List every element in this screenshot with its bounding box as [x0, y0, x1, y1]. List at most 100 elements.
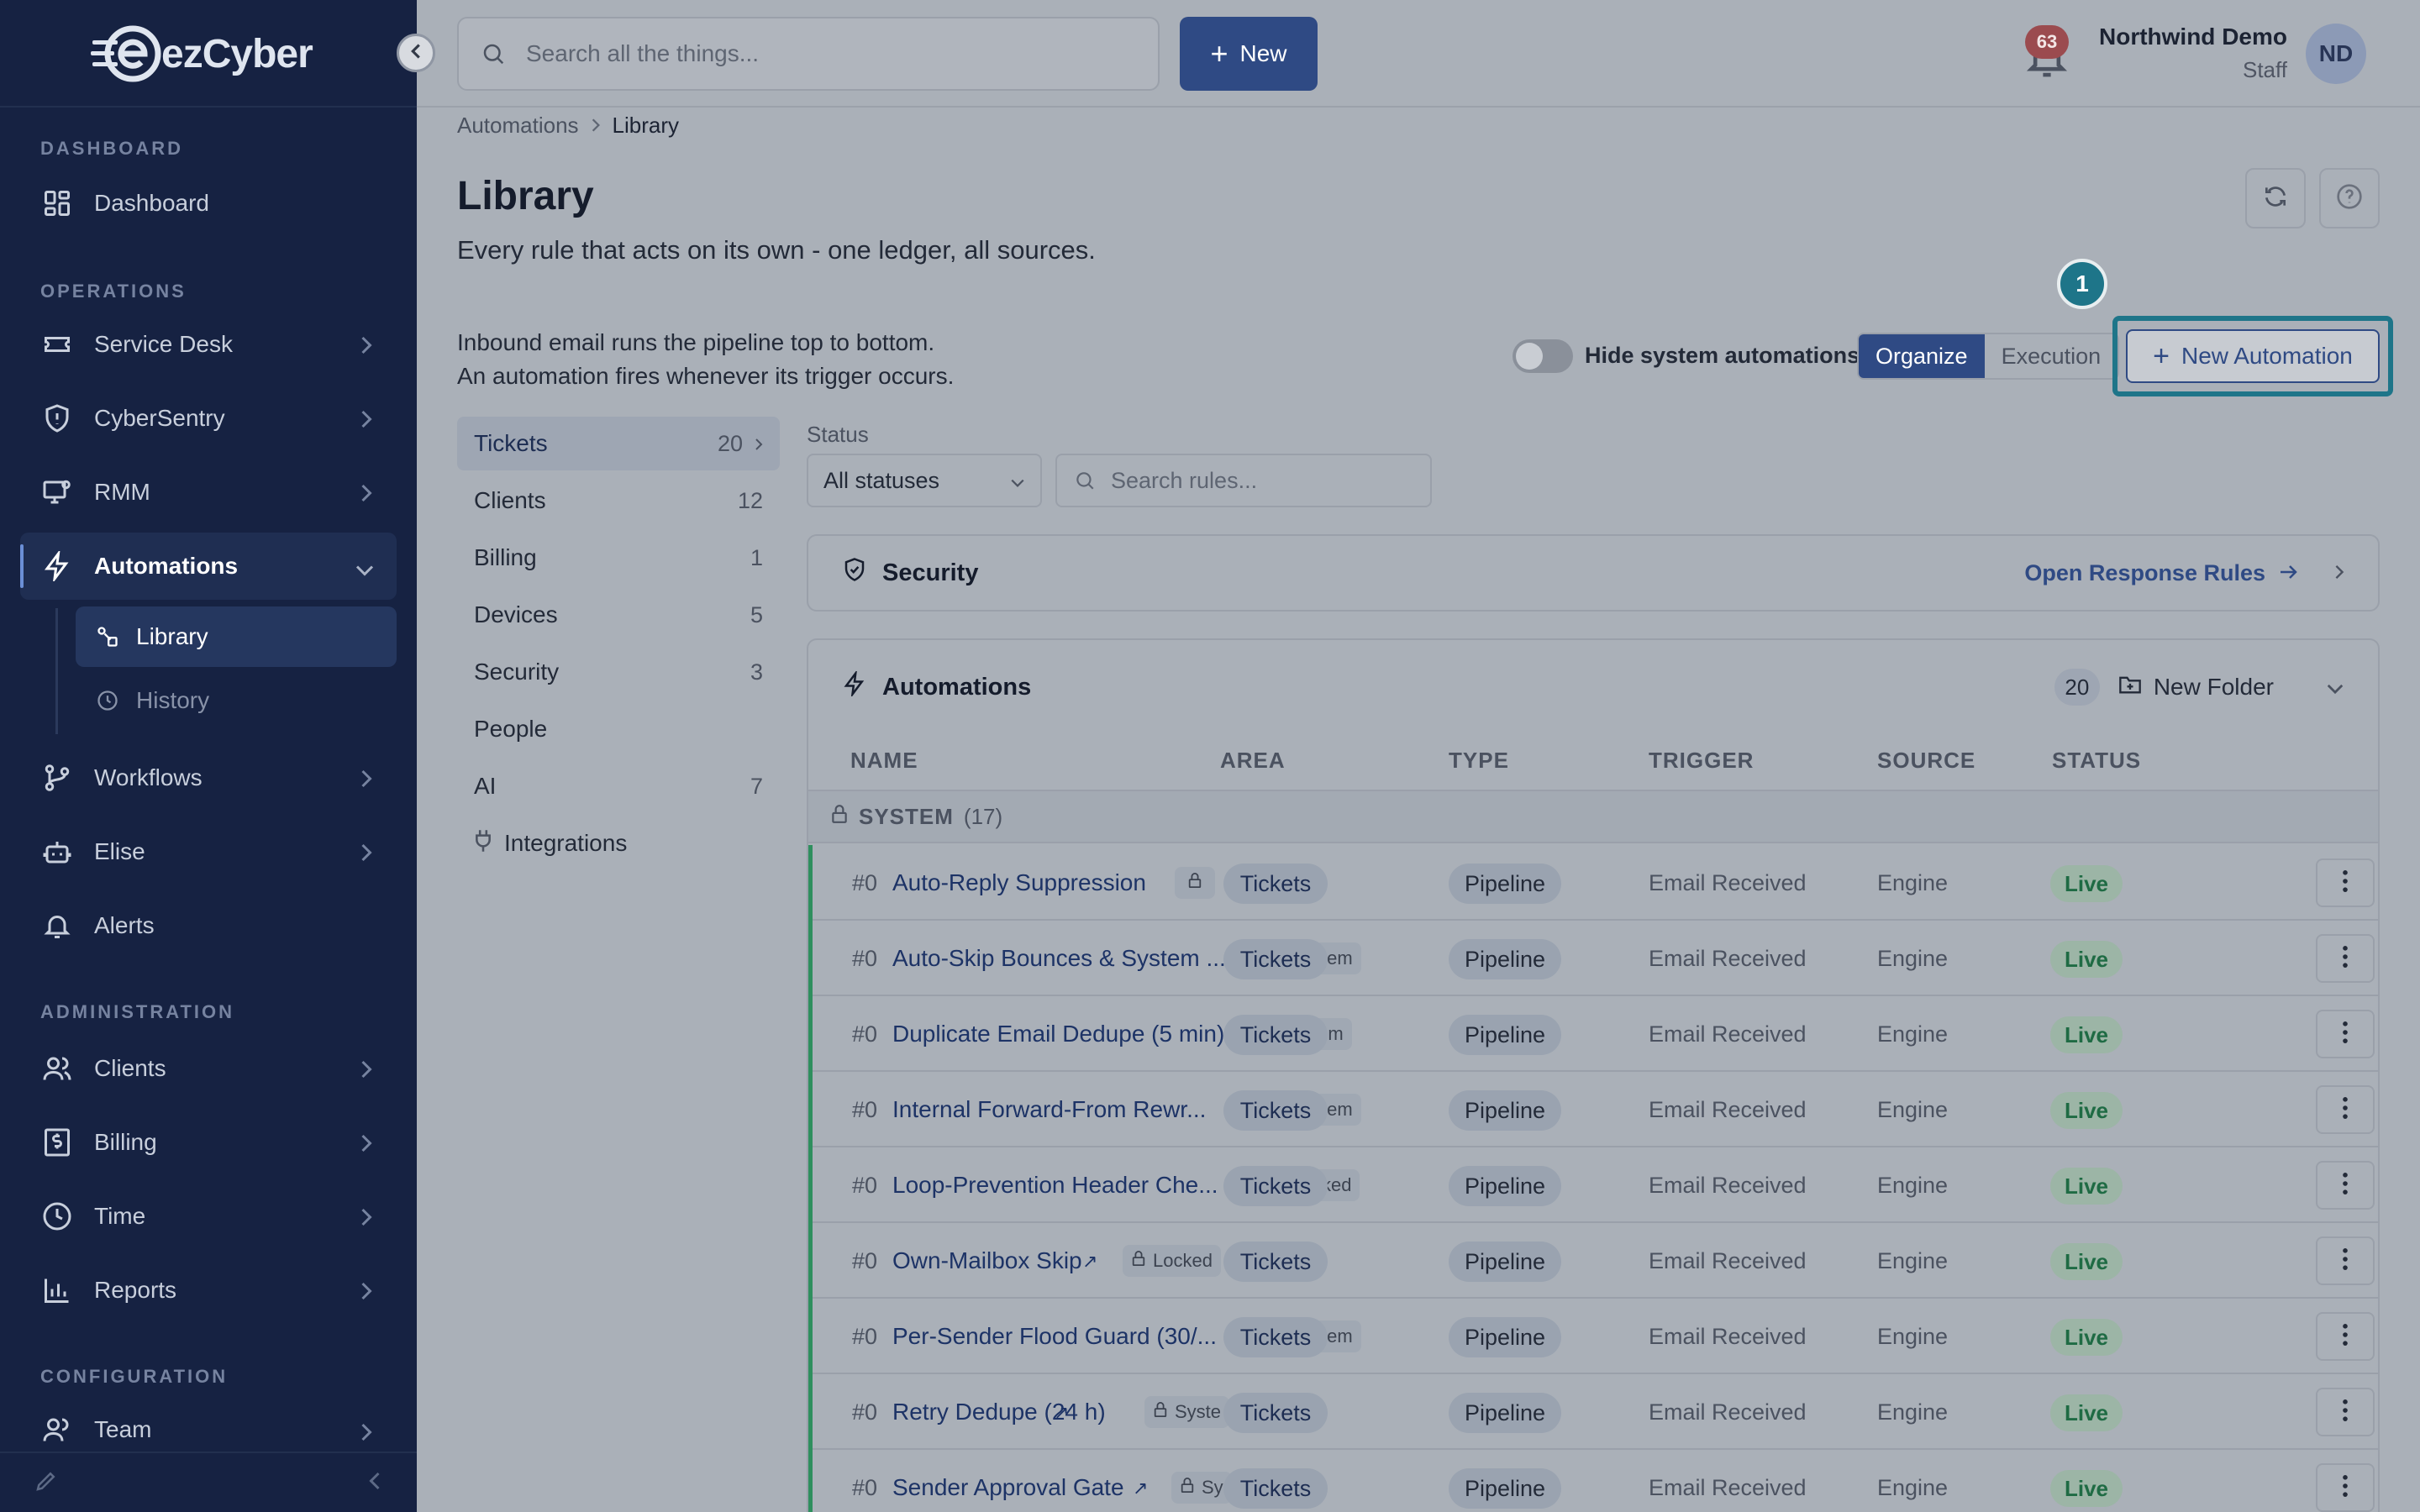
source-cell: Engine	[1877, 870, 1949, 895]
row-menu-button[interactable]	[2316, 858, 2375, 907]
rule-name-link[interactable]: Duplicate Email Dedupe (5 min)	[892, 1021, 1224, 1047]
seg-execution[interactable]: Execution	[1985, 334, 2118, 378]
area-pill: Tickets	[1223, 1393, 1328, 1433]
sidebar-toggle-button[interactable]	[397, 34, 435, 72]
category-clients[interactable]: Clients 12	[457, 474, 780, 528]
sidebar-item-service-desk[interactable]: Service Desk	[20, 311, 397, 378]
table-row[interactable]: #0 Duplicate Email Dedupe (5 min) tem Ticke…	[808, 996, 2378, 1072]
row-menu-button[interactable]	[2316, 1463, 2375, 1512]
new-folder-button[interactable]: New Folder	[2118, 674, 2274, 701]
category-tickets[interactable]: Tickets 20	[457, 417, 780, 470]
row-menu-button[interactable]	[2316, 1085, 2375, 1134]
sidebar-item-cybersentry[interactable]: CyberSentry	[20, 385, 397, 452]
table-row[interactable]: #0 Own-Mailbox Skip ↗ Locked Tickets Pipeline…	[808, 1223, 2378, 1299]
refresh-button[interactable]	[2245, 168, 2306, 228]
column-header-type[interactable]: TYPE	[1449, 748, 1509, 774]
rule-search-input[interactable]: Search rules...	[1055, 454, 1432, 507]
seg-organize[interactable]: Organize	[1859, 334, 1985, 378]
info-line-1: Inbound email runs the pipeline top to b…	[457, 329, 935, 355]
new-automation-button[interactable]: + New Automation	[2126, 329, 2380, 383]
column-header-status[interactable]: STATUS	[2052, 748, 2141, 774]
collapse-sidebar-icon[interactable]	[366, 1471, 383, 1495]
sidebar-item-reports[interactable]: Reports	[20, 1257, 397, 1324]
rule-name-link[interactable]: Internal Forward-From Rewr...	[892, 1096, 1206, 1123]
rule-name-link[interactable]: Loop-Prevention Header Che...	[892, 1172, 1218, 1199]
table-row[interactable]: #0 Retry Dedupe (24 h) ↗ Syste Tickets Pipeli…	[808, 1374, 2378, 1450]
rule-name-link[interactable]: Per-Sender Flood Guard (30/...	[892, 1323, 1217, 1350]
sidebar-item-billing[interactable]: Billing	[20, 1109, 397, 1176]
chevron-right-icon	[755, 431, 763, 457]
trigger-cell: Email Received	[1649, 1173, 1807, 1198]
row-menu-button[interactable]	[2316, 1312, 2375, 1361]
status-select[interactable]: All statuses	[807, 454, 1042, 507]
new-button[interactable]: + New	[1180, 17, 1318, 91]
more-vertical-icon	[2342, 1323, 2349, 1351]
sidebar-item-workflows[interactable]: Workflows	[20, 744, 397, 811]
category-people[interactable]: People	[457, 702, 780, 756]
rule-name-link[interactable]: Retry Dedupe (24 h)	[892, 1399, 1106, 1425]
rule-name-link[interactable]: Auto-Skip Bounces & System ...	[892, 945, 1226, 972]
external-link-icon[interactable]: ↗	[1133, 1478, 1148, 1499]
sidebar-item-automations[interactable]: Automations	[20, 533, 397, 600]
sidebar-item-elise[interactable]: Elise	[20, 818, 397, 885]
sidebar-item-clients[interactable]: Clients	[20, 1035, 397, 1102]
external-link-icon[interactable]: ↗	[1054, 1402, 1069, 1424]
app-logo[interactable]: ezCyber	[91, 20, 313, 87]
sidebar-item-library[interactable]: Library	[76, 606, 397, 667]
row-menu-button[interactable]	[2316, 1236, 2375, 1285]
category-count: 7	[750, 773, 763, 799]
category-devices[interactable]: Devices 5	[457, 588, 780, 642]
chevron-right-icon	[358, 1058, 375, 1085]
row-menu-button[interactable]	[2316, 1010, 2375, 1058]
external-link-icon[interactable]: ↗	[1082, 1251, 1097, 1273]
category-security[interactable]: Security 3	[457, 645, 780, 699]
open-response-rules-link[interactable]: Open Response Rules	[2024, 560, 2344, 586]
hide-system-label: Hide system automations	[1585, 343, 1860, 368]
rule-name-link[interactable]: Sender Approval Gate	[892, 1474, 1124, 1501]
chevron-down-icon[interactable]	[2326, 674, 2344, 701]
category-billing[interactable]: Billing 1	[457, 531, 780, 585]
chevron-right-icon	[358, 1132, 375, 1159]
help-button[interactable]	[2319, 168, 2380, 228]
sidebar-item-rmm[interactable]: RMM	[20, 459, 397, 526]
row-menu-button[interactable]	[2316, 934, 2375, 983]
table-row[interactable]: #0Auto-Reply Suppression↗TicketsPipeline…	[808, 845, 2378, 921]
status-badge: Live	[2050, 1092, 2123, 1129]
rule-name-link[interactable]: Own-Mailbox Skip	[892, 1247, 1082, 1274]
row-menu-button[interactable]	[2316, 1161, 2375, 1210]
table-row[interactable]: #0 Sender Approval Gate ↗ Sy Tickets Pipeline…	[808, 1450, 2378, 1512]
dashboard-grid-icon	[40, 186, 74, 220]
sidebar-item-history[interactable]: History	[76, 670, 397, 731]
rule-number: #0	[852, 1324, 878, 1349]
column-header-area[interactable]: AREA	[1220, 748, 1286, 774]
category-integrations[interactable]: Integrations	[457, 816, 780, 870]
rule-name-link[interactable]: Auto-Reply Suppression	[892, 869, 1146, 896]
column-header-source[interactable]: SOURCE	[1877, 748, 1975, 774]
source-cell: Engine	[1877, 1021, 1949, 1047]
area-pill: Tickets	[1223, 1468, 1328, 1509]
sidebar-item-label: Automations	[94, 553, 239, 579]
breadcrumb-automations[interactable]: Automations	[457, 113, 579, 139]
group-row-system[interactable]: SYSTEM (17)	[808, 790, 2378, 843]
users-icon	[40, 1052, 74, 1085]
global-search-input[interactable]: Search all the things...	[457, 17, 1160, 91]
avatar[interactable]: ND	[2306, 24, 2366, 84]
sidebar-item-alerts[interactable]: Alerts	[20, 892, 397, 959]
sidebar-item-dashboard[interactable]: Dashboard	[20, 170, 397, 237]
table-row[interactable]: #0 Per-Sender Flood Guard (30/... stem Tick…	[808, 1299, 2378, 1374]
column-header-name[interactable]: NAME	[850, 748, 918, 774]
hide-system-toggle[interactable]	[1512, 339, 1573, 373]
column-header-trigger[interactable]: TRIGGER	[1649, 748, 1754, 774]
table-row[interactable]: #0 Loop-Prevention Header Che... cked Ticke…	[808, 1147, 2378, 1223]
sidebar-item-time[interactable]: Time	[20, 1183, 397, 1250]
status-badge: Live	[2050, 1394, 2123, 1431]
category-ai[interactable]: AI 7	[457, 759, 780, 813]
row-menu-button[interactable]	[2316, 1388, 2375, 1436]
pencil-icon[interactable]	[34, 1468, 59, 1498]
user-role: Staff	[2242, 57, 2287, 82]
section-label-operations: OPERATIONS	[40, 281, 187, 302]
security-card: Security Open Response Rules	[807, 534, 2380, 612]
table-row[interactable]: #0 Internal Forward-From Rewr... stem Ticke…	[808, 1072, 2378, 1147]
table-row[interactable]: #0 Auto-Skip Bounces & System ... stem Tick…	[808, 921, 2378, 996]
sidebar-item-label: Billing	[94, 1129, 157, 1155]
